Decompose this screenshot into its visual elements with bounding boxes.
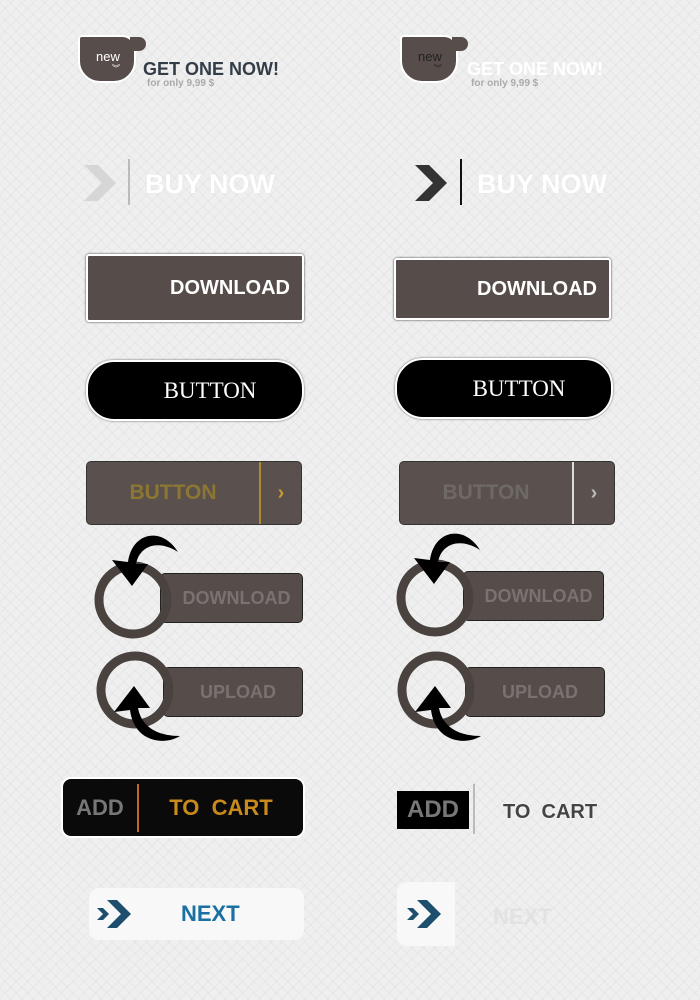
download-label: DOWNLOAD — [182, 587, 291, 608]
add-to-cart-button[interactable]: ADD TO CART — [61, 777, 305, 838]
upload-label: UPLOAD — [502, 681, 578, 702]
divider — [128, 159, 130, 205]
double-chevron-right-icon — [407, 900, 441, 928]
chevron-down-icon: ︾ — [112, 64, 120, 73]
download-label: DOWNLOAD — [170, 276, 290, 299]
pill-button[interactable]: BUTTON — [395, 358, 613, 419]
chevron-right-icon — [84, 165, 116, 201]
new-badge[interactable]: new ︾ — [400, 35, 468, 83]
upload-arrow-icon — [96, 651, 180, 741]
pill-button[interactable]: BUTTON — [86, 360, 304, 421]
chevron-right-icon: › — [590, 481, 598, 504]
arrow-button[interactable]: BUTTON › — [399, 461, 615, 525]
promo-title[interactable]: GET ONE NOW! — [467, 59, 603, 80]
add-button[interactable]: ADD — [397, 791, 469, 829]
rotate-arrow-icon — [94, 535, 178, 639]
promo-title[interactable]: GET ONE NOW! — [143, 59, 279, 80]
button-label: BUTTON — [472, 375, 566, 401]
double-chevron-right-icon — [97, 900, 131, 928]
badge-text: new — [418, 49, 442, 64]
buy-now-button[interactable]: BUY NOW — [145, 169, 275, 200]
download-button[interactable]: DOWNLOAD — [394, 258, 611, 320]
chevron-right-icon — [415, 165, 447, 201]
arrow-button[interactable]: BUTTON › — [86, 461, 302, 525]
add-label: ADD — [76, 794, 124, 820]
next-button[interactable]: NEXT — [89, 888, 304, 940]
rotate-arrow-icon — [396, 533, 480, 637]
chevron-down-icon: ︾ — [434, 64, 442, 73]
chevron-right-icon: › — [277, 481, 285, 504]
divider — [473, 784, 475, 834]
badge-text: new — [96, 49, 120, 64]
download-label: DOWNLOAD — [484, 585, 593, 606]
button-label: BUTTON — [163, 377, 257, 403]
new-badge[interactable]: new ︾ — [78, 35, 146, 83]
next-button[interactable]: NEXT — [493, 904, 552, 930]
to-cart-label: TO CART — [169, 794, 273, 820]
button-label: BUTTON — [129, 481, 217, 504]
button-label: BUTTON — [442, 481, 530, 504]
download-button[interactable]: DOWNLOAD — [86, 254, 304, 322]
divider — [460, 159, 462, 205]
next-label: NEXT — [181, 901, 240, 926]
download-label: DOWNLOAD — [477, 277, 597, 300]
to-cart-button[interactable]: TO CART — [503, 801, 597, 824]
promo-subtitle: for only 9,99 $ — [471, 78, 539, 89]
upload-arrow-icon — [397, 651, 481, 741]
promo-subtitle: for only 9,99 $ — [147, 78, 215, 89]
buy-now-button[interactable]: BUY NOW — [477, 169, 607, 200]
next-arrow-tab[interactable] — [397, 882, 455, 946]
upload-label: UPLOAD — [200, 681, 276, 702]
